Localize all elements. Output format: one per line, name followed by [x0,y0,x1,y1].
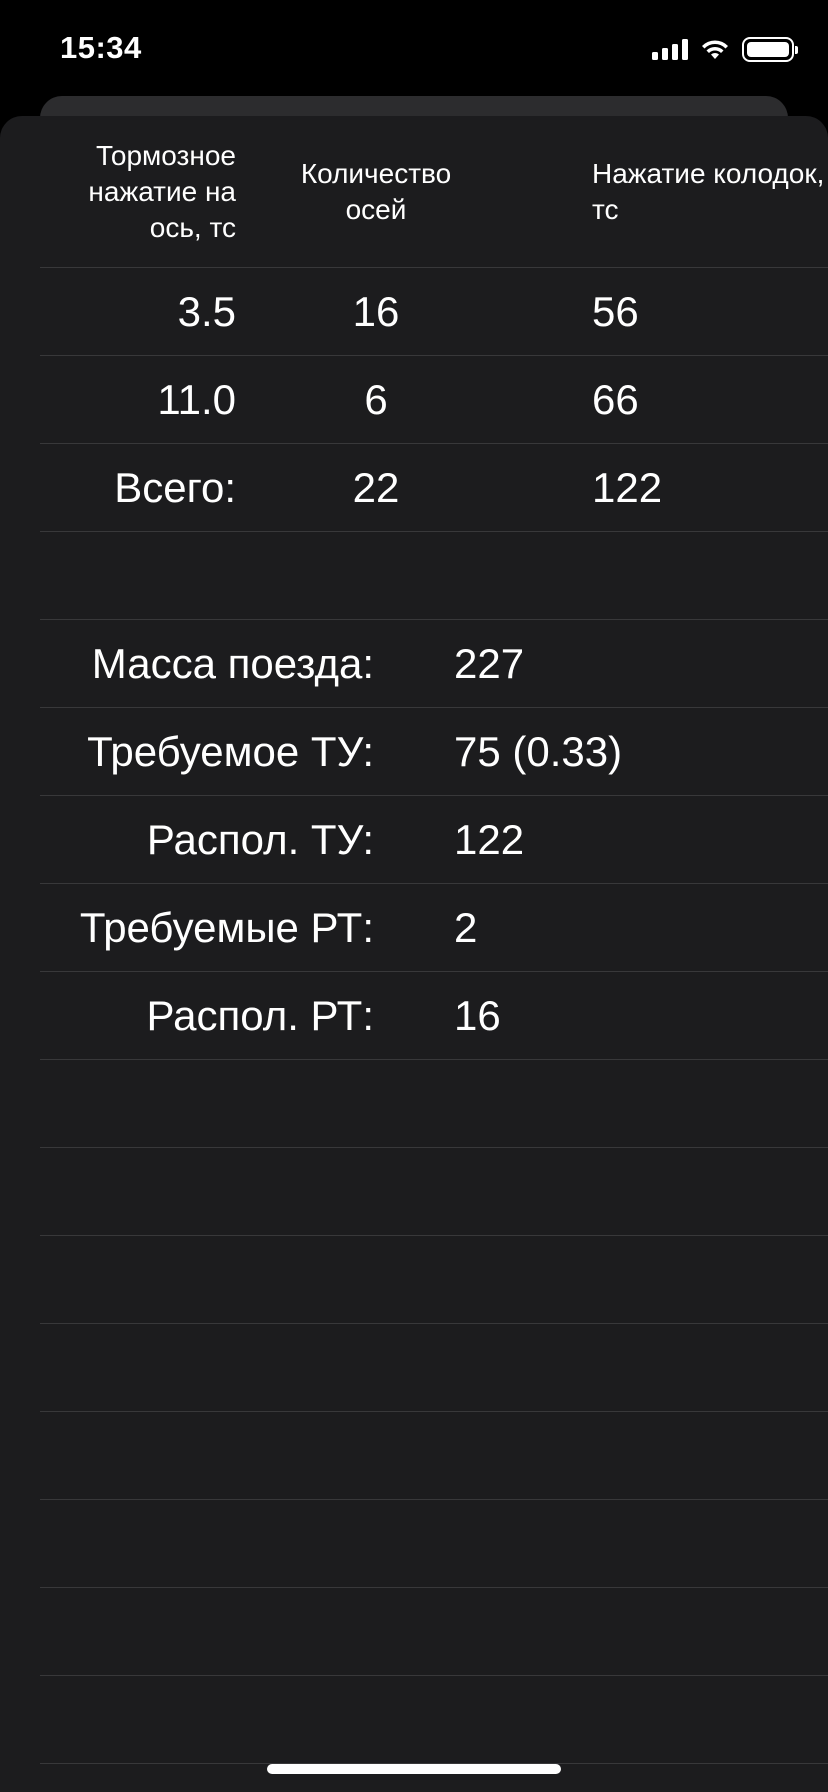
header-shoe-pressure: Нажатие колодок, тс [592,157,825,225]
available-hand-brakes-value: 16 [454,991,501,1039]
spacer-row [40,532,828,620]
table-total-row: Всего: 22 122 [40,444,828,532]
required-brake-pressure-row: Требуемое ТУ: 75 (0.33) [40,708,828,796]
required-hand-brakes-row: Требуемые РТ: 2 [40,884,828,972]
status-time: 15:34 [60,30,142,65]
wifi-icon [702,40,728,59]
train-mass-label: Масса поезда: [91,639,374,687]
brake-calculation-sheet: Тормозное нажатие на ось, тс Количество … [0,116,828,1792]
status-icons [652,36,798,62]
cell-pressure-per-axle: 11.0 [157,375,236,423]
required-brake-pressure-label: Требуемое ТУ: [87,727,374,775]
table-header-row: Тормозное нажатие на ось, тс Количество … [40,116,828,268]
total-shoe-pressure: 122 [592,463,663,511]
empty-row [40,1412,828,1500]
empty-row [40,1500,828,1588]
required-brake-pressure-value: 75 (0.33) [454,727,623,775]
header-pressure-per-axle: Тормозное нажатие на ось, тс [88,139,236,243]
cell-shoe-pressure: 56 [592,287,639,335]
cell-shoe-pressure: 66 [592,375,639,423]
cellular-signal-icon [652,38,688,60]
required-hand-brakes-label: Требуемые РТ: [79,903,374,951]
available-hand-brakes-row: Распол. РТ: 16 [40,972,828,1060]
cell-axle-count: 6 [364,375,388,423]
empty-row [40,1676,828,1764]
home-indicator[interactable] [267,1764,561,1774]
available-brake-pressure-row: Распол. ТУ: 122 [40,796,828,884]
train-mass-value: 227 [454,639,525,687]
empty-row [40,1588,828,1676]
header-axle-count: Количество осей [300,157,452,225]
required-hand-brakes-value: 2 [454,903,478,951]
total-label: Всего: [114,463,236,511]
empty-row [40,1060,828,1148]
cell-axle-count: 16 [352,287,400,335]
train-mass-row: Масса поезда: 227 [40,620,828,708]
available-brake-pressure-label: Распол. ТУ: [146,815,374,863]
empty-row [40,1324,828,1412]
total-axle-count: 22 [352,463,400,511]
available-brake-pressure-value: 122 [454,815,525,863]
battery-icon [742,36,798,62]
cell-pressure-per-axle: 3.5 [177,287,236,335]
status-bar: 15:34 [0,0,828,100]
available-hand-brakes-label: Распол. РТ: [146,991,374,1039]
empty-row [40,1236,828,1324]
empty-row [40,1148,828,1236]
table-row: 11.0 6 66 [40,356,828,444]
table-row: 3.5 16 56 [40,268,828,356]
